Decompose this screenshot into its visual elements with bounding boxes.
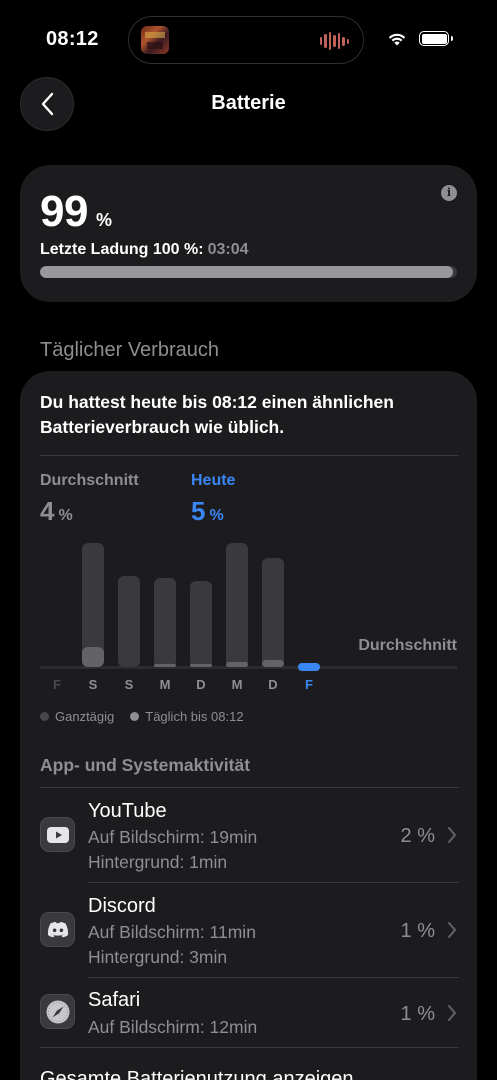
chart-bar-partial	[190, 664, 212, 667]
last-charge-label: Letzte Ladung 100 %:	[40, 241, 204, 258]
today-value: 5	[191, 496, 206, 526]
audio-waveform-icon	[319, 32, 349, 50]
legend-item-partial: Täglich bis 08:12	[130, 709, 244, 724]
legend-item-total: Ganztägig	[40, 709, 114, 724]
chart-day-label: S	[124, 677, 134, 692]
app-name: Discord	[88, 895, 156, 917]
app-name: Safari	[88, 989, 141, 1011]
usage-chart[interactable]: Durchschnitt F S S M D M D F	[20, 531, 477, 692]
chart-day-label: S	[88, 677, 98, 692]
app-row-safari[interactable]: Safari Auf Bildschirm: 12min 1 %	[20, 977, 477, 1072]
divider	[40, 455, 459, 456]
today-unit: %	[209, 507, 224, 524]
average-unit: %	[58, 507, 73, 524]
battery-level-unit: %	[95, 210, 112, 230]
divider	[40, 1047, 459, 1048]
legend-dot	[130, 712, 140, 721]
average-line-label: Durchschnitt	[358, 637, 457, 654]
chevron-right-icon	[448, 922, 456, 938]
today-stat: Heute 5%	[191, 472, 235, 527]
youtube-icon	[40, 817, 75, 852]
average-stat: Durchschnitt 4%	[40, 472, 139, 527]
chart-bar-today	[298, 663, 320, 671]
chart-day-label: F	[53, 677, 61, 692]
app-screen-time: Auf Bildschirm: 12min	[88, 1017, 258, 1037]
chart-day-label: D	[268, 677, 278, 692]
daily-usage-header: Täglicher Verbrauch	[40, 339, 219, 361]
chevron-right-icon	[448, 827, 456, 843]
chart-bar-total	[226, 543, 248, 667]
chart-day-label: D	[196, 677, 206, 692]
last-charge: Letzte Ladung 100 %: 03:04	[40, 241, 249, 259]
chart-day-label: M	[231, 677, 243, 692]
status-icons	[387, 31, 453, 46]
page-title: Batterie	[211, 92, 286, 114]
app-row-youtube[interactable]: YouTube Auf Bildschirm: 19min Hintergrun…	[20, 787, 477, 882]
chart-bar-total	[262, 558, 284, 667]
legend-dot	[40, 712, 49, 721]
last-charge-time: 03:04	[207, 241, 249, 258]
average-label: Durchschnitt	[40, 472, 139, 489]
chart-bar-partial	[262, 660, 284, 667]
app-screen-time: Auf Bildschirm: 19min	[88, 827, 258, 847]
app-screen-time: Auf Bildschirm: 11min	[88, 922, 256, 942]
app-activity-header: App- und Systemaktivität	[40, 755, 251, 775]
legend-label-total: Ganztägig	[55, 709, 115, 724]
chart-bar-partial	[82, 647, 104, 667]
battery-level-card: 99 % i Letzte Ladung 100 %: 03:04	[20, 165, 477, 302]
show-all-usage-link[interactable]: Gesamte Batterienutzung anzeigen	[40, 1068, 354, 1080]
chart-baseline	[40, 666, 457, 669]
battery-icon	[419, 31, 453, 46]
status-time: 08:12	[46, 28, 99, 50]
today-label: Heute	[191, 472, 236, 489]
chart-bar-total	[190, 581, 212, 667]
chart-bar-total	[154, 578, 176, 667]
usage-summary: Du hattest heute bis 08:12 einen ähnlich…	[40, 392, 394, 437]
wifi-icon	[388, 33, 406, 45]
now-playing-artwork	[141, 26, 169, 54]
app-percent: 1 %	[400, 1003, 435, 1025]
dynamic-island[interactable]	[128, 16, 364, 64]
chart-bar-partial	[226, 662, 248, 667]
chart-bar-total	[118, 576, 140, 667]
app-name: YouTube	[88, 800, 167, 822]
app-percent: 2 %	[400, 825, 435, 847]
chart-bar-partial	[154, 664, 176, 667]
daily-usage-card: Du hattest heute bis 08:12 einen ähnlich…	[20, 371, 477, 1080]
app-row-discord[interactable]: Discord Auf Bildschirm: 11min Hintergrun…	[20, 882, 477, 977]
legend-label-partial: Täglich bis 08:12	[145, 709, 244, 724]
app-percent: 1 %	[400, 920, 435, 942]
chart-legend: Ganztägig Täglich bis 08:12	[40, 709, 244, 724]
safari-icon	[40, 994, 75, 1029]
average-value: 4	[40, 496, 55, 526]
battery-level-fill	[40, 266, 453, 278]
discord-icon	[40, 912, 75, 947]
chevron-right-icon	[448, 1005, 456, 1021]
chart-day-label: M	[159, 677, 171, 692]
battery-level-value: 99	[40, 187, 88, 236]
chart-day-label: F	[305, 677, 313, 692]
app-background-time: Hintergrund: 1min	[88, 852, 228, 872]
app-background-time: Hintergrund: 3min	[88, 947, 228, 967]
battery-level-bar	[40, 266, 457, 278]
info-icon[interactable]: i	[441, 185, 457, 201]
